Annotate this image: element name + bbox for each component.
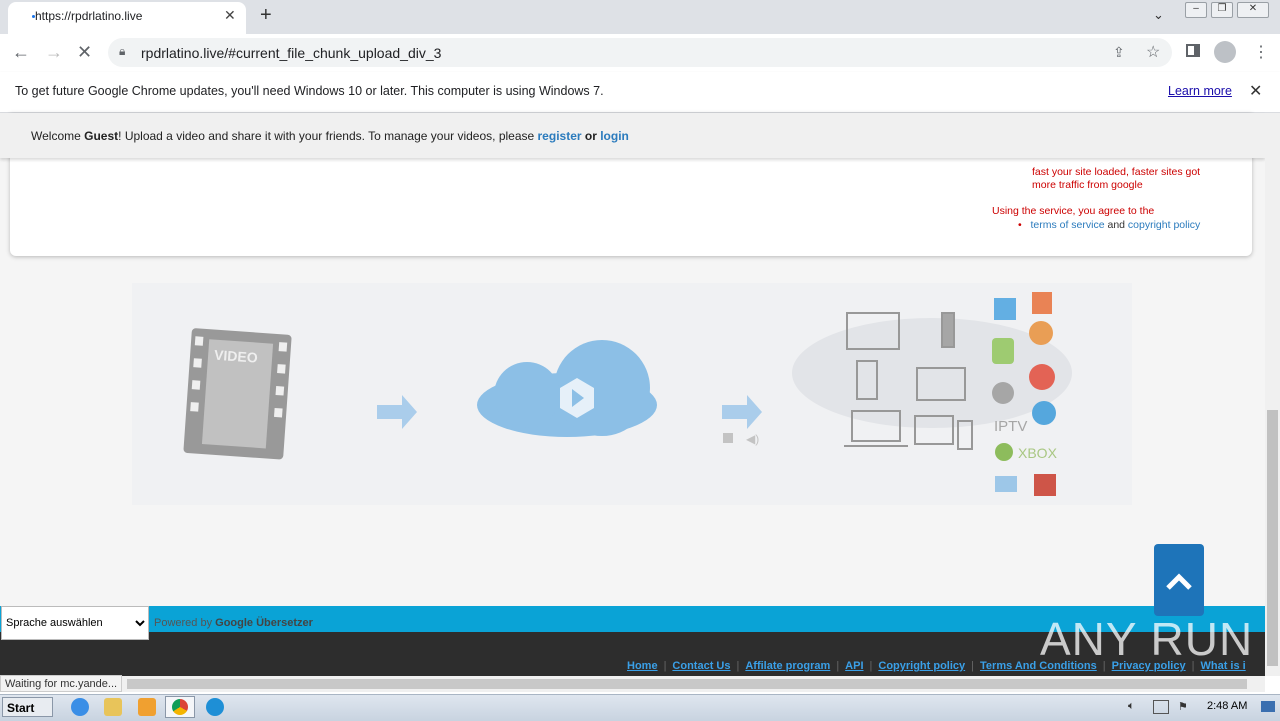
infobar-message: To get future Google Chrome updates, you…	[15, 84, 604, 98]
close-window-button[interactable]: ✕	[1237, 2, 1269, 18]
arrow-right-icon	[377, 395, 417, 429]
horizontal-scrollbar-thumb[interactable]	[127, 679, 1247, 689]
bullet: •	[1018, 219, 1022, 231]
forward-button[interactable]: →	[45, 42, 63, 63]
scrollbar-thumb[interactable]	[1267, 410, 1278, 666]
and-text: and	[1104, 219, 1128, 231]
google-translate-link[interactable]: Google Übersetzer	[215, 617, 313, 629]
xbox-label: XBOX	[1018, 445, 1058, 461]
film-strip-icon: VIDEO	[183, 328, 292, 460]
footer-link-contact[interactable]: Contact Us	[672, 660, 730, 672]
illustration-graphic: VIDEO ◀) IPTV XBOX	[183, 292, 1072, 496]
anyrun-watermark: ANY RUN	[1040, 613, 1254, 665]
start-button[interactable]: Start	[2, 697, 53, 717]
explorer-folder-icon[interactable]	[104, 698, 122, 716]
lock-icon[interactable]: 🔒︎	[119, 44, 125, 59]
promo-line-2: more traffic from google	[1032, 179, 1143, 191]
network-icon[interactable]	[1153, 700, 1169, 714]
stop-loading-button[interactable]: ✕	[77, 42, 92, 63]
new-tab-button[interactable]: +	[260, 4, 272, 27]
terms-of-service-link[interactable]: terms of service	[1030, 219, 1104, 231]
tab-title: https://rpdrlatino.live	[35, 9, 143, 23]
profile-avatar[interactable]	[1214, 41, 1236, 63]
service-illustration: VIDEO ◀) IPTV XBOX	[132, 283, 1132, 505]
volume-icon[interactable]: 🔈︎	[1128, 700, 1135, 713]
arrow-right-icon	[722, 395, 762, 429]
or-text: or	[581, 129, 601, 143]
footer-link-api[interactable]: API	[845, 660, 863, 672]
footer-link-copyright[interactable]: Copyright policy	[878, 660, 965, 672]
infobar-close-icon[interactable]: ✕	[1249, 81, 1262, 101]
side-panel-icon[interactable]	[1186, 44, 1200, 57]
url-text[interactable]: rpdrlatino.live/#current_file_chunk_uplo…	[141, 45, 441, 61]
edge-icon[interactable]	[206, 698, 224, 716]
menu-kebab-icon[interactable]: ⋮	[1253, 42, 1269, 62]
share-icon[interactable]: ⇪	[1113, 44, 1125, 61]
cloud-upload-icon	[477, 340, 657, 437]
restore-button[interactable]: ❐	[1211, 2, 1233, 18]
status-bubble: Waiting for mc.yande...	[0, 675, 122, 692]
ie-icon[interactable]	[71, 698, 89, 716]
action-center-flag-icon[interactable]: ⚑	[1178, 700, 1188, 713]
bookmark-star-icon[interactable]: ☆	[1146, 42, 1160, 62]
welcome-message: Welcome Guest! Upload a video and share …	[31, 129, 629, 143]
powered-by-google-translate: Powered by Google Übersetzer	[154, 617, 313, 629]
welcome-user: Guest	[84, 129, 119, 143]
svg-text:◀): ◀)	[746, 432, 759, 446]
chevron-down-icon[interactable]: ⌄	[1153, 7, 1164, 23]
language-select[interactable]: Sprache auswählen	[1, 606, 149, 640]
register-link[interactable]: register	[538, 129, 582, 143]
iptv-label: IPTV	[994, 418, 1027, 435]
promo-line-1: fast your site loaded, faster sites got	[1032, 166, 1201, 178]
chrome-taskbar-button[interactable]	[165, 696, 195, 718]
minimize-button[interactable]: –	[1185, 2, 1207, 18]
footer-link-affiliate[interactable]: Affilate program	[745, 660, 830, 672]
powered-by-text: Powered by	[154, 617, 216, 629]
welcome-prefix: Welcome	[31, 129, 85, 143]
show-desktop-icon[interactable]	[1261, 701, 1275, 712]
tab-close-icon[interactable]: ✕	[224, 7, 236, 24]
taskbar-clock[interactable]: 2:48 AM	[1207, 700, 1247, 712]
agreement-links: • terms of service and copyright policy	[1018, 219, 1200, 231]
login-link[interactable]: login	[600, 129, 629, 143]
footer-link-home[interactable]: Home	[627, 660, 658, 672]
back-button[interactable]: ←	[12, 42, 30, 63]
chevron-up-icon	[1166, 573, 1192, 590]
promo-text: fast your site loaded, faster sites got …	[1032, 166, 1232, 192]
learn-more-link[interactable]: Learn more	[1168, 84, 1232, 98]
copyright-policy-link[interactable]: copyright policy	[1128, 219, 1200, 231]
chrome-icon	[172, 699, 188, 715]
scroll-to-top-button[interactable]	[1154, 544, 1204, 616]
media-player-icon[interactable]	[138, 698, 156, 716]
agreement-text: Using the service, you agree to the	[992, 205, 1155, 217]
video-label: VIDEO	[214, 347, 259, 366]
welcome-body: ! Upload a video and share it with your …	[118, 129, 538, 143]
